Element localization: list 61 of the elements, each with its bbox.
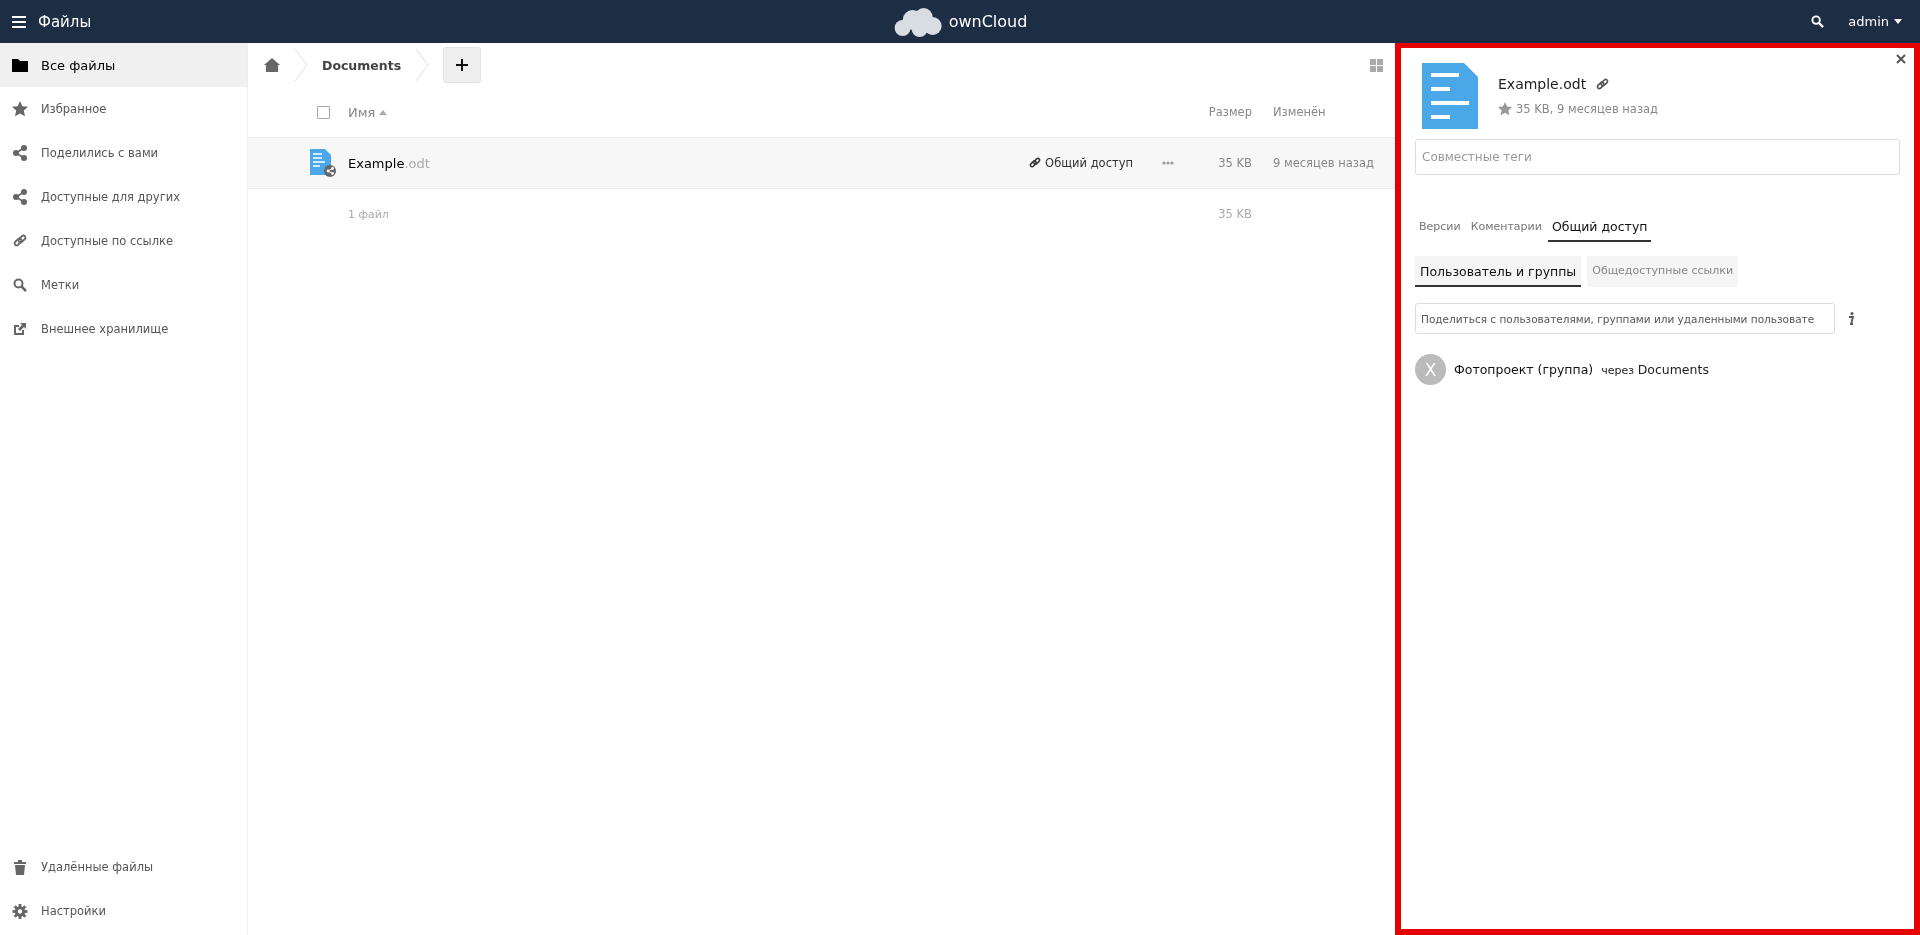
file-count: 1 файл bbox=[348, 207, 389, 221]
modified-date: 9 месяцев назад bbox=[1273, 156, 1375, 170]
star-icon[interactable] bbox=[1498, 102, 1512, 116]
breadcrumb-link[interactable]: Documents bbox=[322, 57, 402, 73]
tags-field[interactable]: Совместные теги bbox=[1415, 139, 1900, 175]
sidebar-item[interactable]: Все файлы bbox=[0, 43, 247, 87]
user-menu-button[interactable]: admin bbox=[1842, 13, 1908, 30]
share-recipient: Фотопроект (группа) bbox=[1454, 362, 1594, 377]
sidebar-item[interactable]: Избранное bbox=[0, 87, 247, 131]
sidebar-item[interactable]: Удалённые файлы bbox=[0, 845, 247, 889]
select-all-checkbox[interactable] bbox=[316, 105, 330, 119]
file-size: 35 KB bbox=[1217, 156, 1252, 170]
sidebar-item[interactable]: Поделились с вами bbox=[0, 131, 247, 175]
menu-icon bbox=[12, 15, 26, 28]
search-icon[interactable] bbox=[1811, 15, 1825, 28]
share-icon bbox=[12, 145, 28, 161]
file-meta: 35 KB, 9 месяцев назад bbox=[1516, 102, 1658, 116]
settings-icon bbox=[12, 903, 28, 919]
sidebar-item[interactable]: Метки bbox=[0, 263, 247, 307]
sidebar-item[interactable]: Настройки bbox=[0, 889, 247, 933]
file-row[interactable]: Example.odt Общий доступ 35 KB 9 месяцев назад bbox=[248, 138, 1395, 189]
column-header[interactable]: Имя bbox=[348, 104, 376, 120]
tab[interactable]: Коментарии bbox=[1466, 213, 1546, 242]
tab[interactable]: Версии bbox=[1415, 213, 1465, 242]
info-icon[interactable] bbox=[1847, 311, 1854, 326]
file-title: Example.odt bbox=[1498, 76, 1587, 92]
search-icon bbox=[12, 278, 28, 292]
share-via-text: через Documents bbox=[1601, 362, 1709, 377]
tab[interactable]: Общий доступ bbox=[1547, 213, 1652, 242]
close-button[interactable] bbox=[1894, 52, 1908, 66]
file-name[interactable]: Example.odt bbox=[348, 155, 430, 171]
close-icon bbox=[1896, 54, 1906, 64]
document-icon bbox=[1422, 63, 1478, 129]
plus-icon bbox=[456, 59, 469, 71]
link-icon bbox=[12, 234, 28, 248]
link-icon bbox=[1029, 157, 1042, 169]
column-header[interactable]: Изменён bbox=[1273, 105, 1388, 119]
external-link-icon bbox=[12, 322, 28, 336]
avatar: X bbox=[1415, 354, 1446, 385]
share-input-field[interactable]: Поделиться с пользователями, группами или удаленными пользовате bbox=[1415, 303, 1835, 334]
share-action[interactable]: Общий доступ bbox=[1029, 156, 1133, 170]
folder-icon bbox=[12, 58, 28, 72]
link-icon[interactable] bbox=[1596, 77, 1610, 91]
home-icon[interactable] bbox=[264, 58, 280, 72]
total-size: 35 KB bbox=[1217, 207, 1252, 221]
document-icon bbox=[310, 149, 336, 177]
sidebar-item[interactable]: Доступные для других bbox=[0, 175, 247, 219]
sort-ascending-icon bbox=[379, 109, 388, 115]
new-button[interactable] bbox=[443, 47, 482, 83]
sidebar-item[interactable]: Доступные по ссылке bbox=[0, 219, 247, 263]
tab[interactable]: Пользователь и группы bbox=[1415, 256, 1582, 287]
star-icon bbox=[12, 101, 28, 117]
caret-icon bbox=[1894, 19, 1902, 24]
sidebar-item[interactable]: Внешнее хранилище bbox=[0, 307, 247, 351]
cloud-logo-icon bbox=[892, 6, 943, 37]
more-icon bbox=[1162, 161, 1174, 165]
share-icon bbox=[12, 189, 28, 205]
trash-icon bbox=[12, 859, 28, 875]
logo-text: ownCloud bbox=[948, 12, 1028, 31]
app-menu-button[interactable]: Файлы bbox=[0, 11, 98, 32]
column-header[interactable]: Размер bbox=[1182, 105, 1252, 119]
